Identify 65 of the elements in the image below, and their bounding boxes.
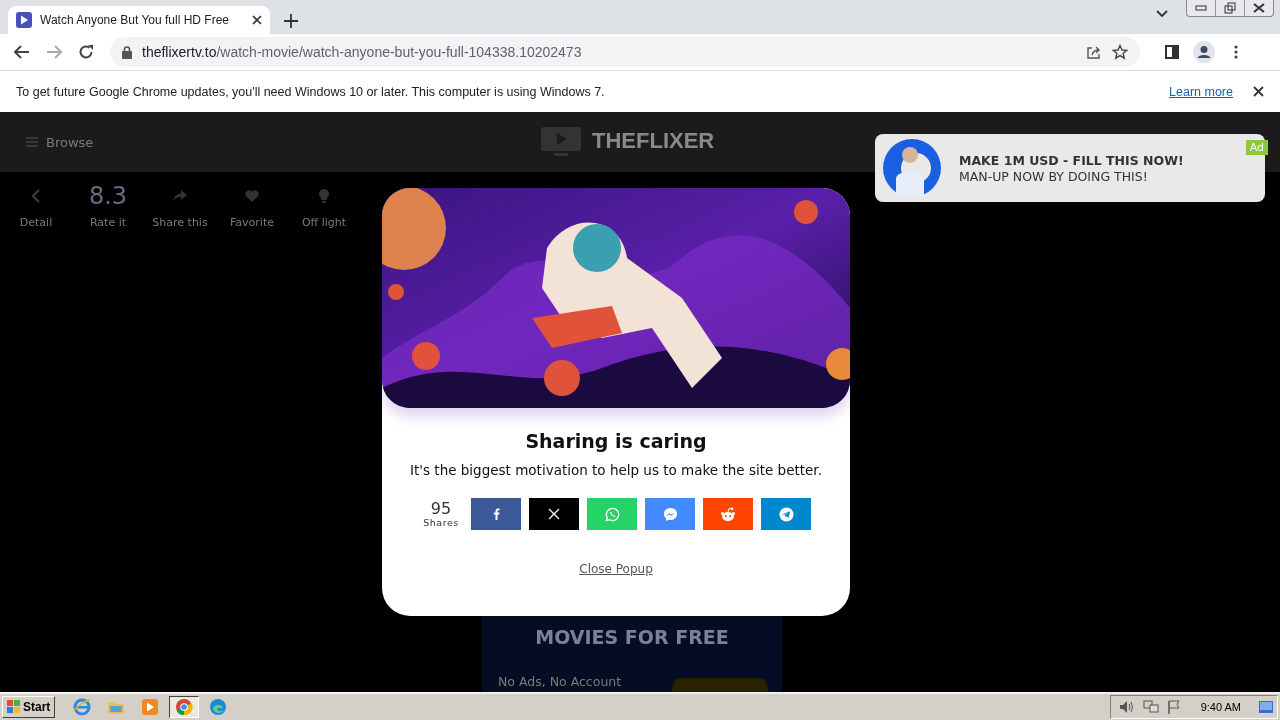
banner-title: MOVIES FOR FREE [534,626,730,648]
x-logo-icon [548,508,560,520]
play-icon [16,12,32,28]
ad-badge: Ad [1245,140,1268,155]
learn-more-link[interactable]: Learn more [1169,84,1233,99]
close-icon[interactable] [1253,86,1264,97]
action-label[interactable]: Rate it [89,216,127,229]
close-icon[interactable] [252,15,262,25]
flag-icon[interactable] [1166,700,1181,714]
browse-link[interactable]: Browse [46,134,94,150]
share-button[interactable] [529,498,579,530]
edge-icon[interactable] [209,698,228,716]
forward-icon[interactable] [46,45,62,59]
network-icon[interactable] [1142,700,1159,714]
banner-subtitle: No Ads, No Account [498,674,622,691]
close-popup-link[interactable]: Close Popup [579,562,653,576]
ad-headline[interactable]: MAKE 1M USD - FILL THIS NOW! [959,152,1184,168]
reddit-icon [720,506,736,522]
telegram-icon [778,506,794,522]
windows-logo-icon [7,700,21,714]
ad-subline[interactable]: MAN-UP NOW BY DOING THIS! [959,168,1184,184]
share-button[interactable] [761,498,811,530]
address-bar[interactable]: theflixertv.to/watch-movie/watch-anyone-but-you-full-104338.10202473 [110,37,1140,67]
play-icon [540,126,582,156]
action-label[interactable]: Off light [301,216,347,229]
action-label[interactable]: Share this [152,216,208,229]
messenger-icon [662,506,678,522]
modal-text: It's the biggest motivation to help us to make the site better. [410,462,822,478]
lightbulb-icon [319,189,329,203]
tab-title: Watch Anyone But You full HD Free [40,13,230,27]
url-text: theflixertv.to/watch-movie/watch-anyone-but-you-full-104338.10202473 [142,44,583,60]
share-count-label: Shares [423,516,459,528]
heart-icon [245,190,259,202]
share-arrow-icon [173,190,187,202]
whatsapp-icon [604,506,620,522]
facebook-icon [492,508,500,520]
lock-icon [122,45,132,59]
infobar-message: To get future Google Chrome updates, you'll need Windows 10 or later. This computer is using Windows 7. [16,84,606,99]
chevron-left-icon [32,189,40,203]
action-label[interactable]: Detail [19,216,53,229]
menu-icon[interactable] [1234,45,1238,59]
back-icon[interactable] [14,45,30,59]
share-button[interactable] [645,498,695,530]
profile-icon[interactable] [1193,41,1215,63]
clock[interactable]: 9:40 AM [1200,701,1241,713]
share-icon[interactable] [1086,44,1102,60]
share-count: 95 [430,500,452,517]
action-label[interactable]: Favorite [230,216,274,229]
site-logo[interactable]: THEFLIXER [592,128,715,154]
start-button[interactable]: Start [2,696,56,718]
side-panel-icon[interactable] [1165,45,1179,59]
share-button[interactable] [471,498,521,530]
browser-e-icon[interactable] [73,698,92,716]
share-button[interactable] [703,498,753,530]
chrome-icon[interactable] [175,698,194,716]
chevron-down-icon[interactable] [1156,10,1168,18]
speaker-icon[interactable] [1118,700,1135,714]
star-icon[interactable] [1112,44,1128,60]
modal-title: Sharing is caring [525,430,707,452]
browser-tab[interactable]: Watch Anyone But You full HD Free [8,6,270,34]
rating-value: 8.3 [88,182,128,210]
show-desktop-icon[interactable] [1259,701,1273,713]
reload-icon[interactable] [78,44,94,60]
media-player-icon[interactable] [141,698,160,716]
new-tab-icon[interactable] [284,14,298,28]
